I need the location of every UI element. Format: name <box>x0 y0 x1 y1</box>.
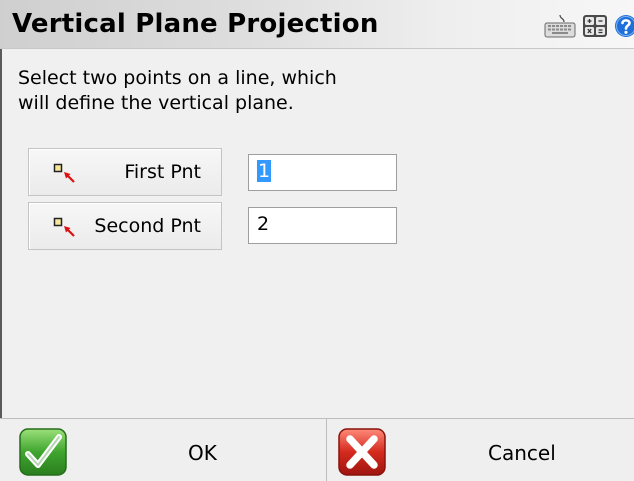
second-point-button-label: Second Pnt <box>94 215 201 237</box>
calculator-icon[interactable] <box>582 14 608 38</box>
second-point-pick-button[interactable]: Second Pnt <box>28 202 222 250</box>
keyboard-icon[interactable] <box>544 14 576 38</box>
help-icon[interactable] <box>614 14 634 38</box>
second-point-input[interactable]: 2 <box>248 207 397 244</box>
window-title: Vertical Plane Projection <box>12 9 379 39</box>
pick-point-icon <box>53 217 77 239</box>
first-point-input[interactable]: 1 <box>248 154 397 191</box>
second-point-value: 2 <box>257 213 269 235</box>
cancel-button[interactable]: Cancel <box>327 419 634 481</box>
title-bar: Vertical Plane Projection <box>0 0 634 49</box>
ok-button[interactable]: OK <box>0 419 326 481</box>
pick-point-icon <box>53 163 77 185</box>
first-point-value: 1 <box>257 160 271 182</box>
checkmark-icon <box>18 427 68 477</box>
instructions-line-2: will define the vertical plane. <box>18 91 398 116</box>
first-point-button-label: First Pnt <box>124 161 201 183</box>
ok-button-label: OK <box>188 441 217 465</box>
first-point-pick-button[interactable]: First Pnt <box>28 148 222 196</box>
close-icon <box>337 427 387 477</box>
cancel-button-label: Cancel <box>488 441 556 465</box>
instructions-text: Select two points on a line, which will … <box>18 66 398 116</box>
footer-bar: OK Cancel <box>0 418 634 481</box>
window-edge <box>0 0 2 480</box>
instructions-line-1: Select two points on a line, which <box>18 66 398 91</box>
